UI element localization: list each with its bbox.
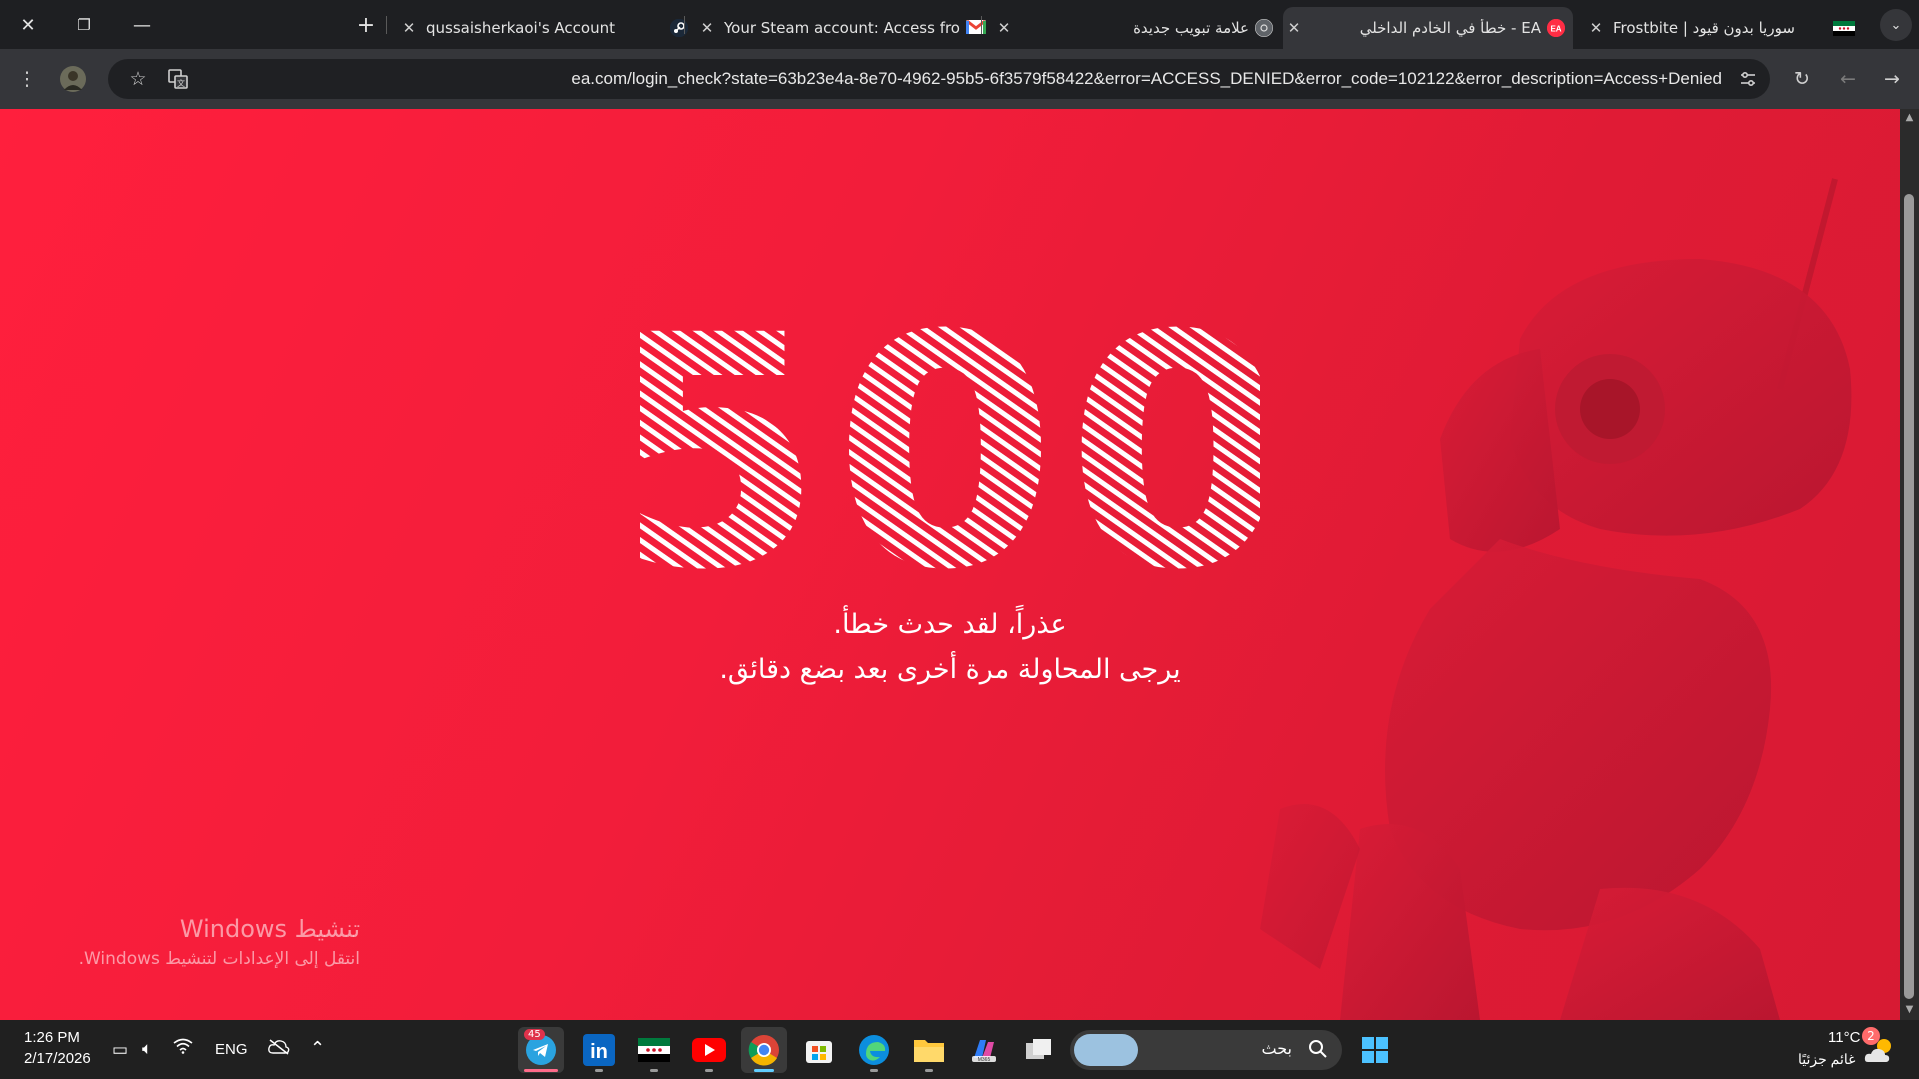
close-tab-icon[interactable]: ✕ — [993, 19, 1015, 37]
m365-copilot-app[interactable]: M365 — [961, 1027, 1007, 1073]
close-window-icon[interactable]: ✕ — [13, 10, 43, 40]
svg-text:M365: M365 — [978, 1057, 991, 1063]
weather-notification-badge: 2 — [1862, 1027, 1880, 1045]
steam-icon — [670, 19, 688, 37]
scroll-thumb[interactable] — [1904, 194, 1914, 999]
address-bar[interactable]: ☆ 文 ea.com/login_check?state=63b23e4a-8e… — [108, 59, 1770, 99]
gmail-icon — [966, 19, 986, 37]
search-icon — [1308, 1039, 1328, 1063]
syria-flag-icon — [1833, 20, 1855, 36]
ea-icon: EA — [1547, 19, 1565, 37]
tab-ea-error[interactable]: ✕ EA - خطأ في الخادم الداخلي EA — [1283, 7, 1573, 49]
chrome-icon — [1255, 19, 1273, 37]
close-tab-icon[interactable]: ✕ — [1585, 19, 1607, 37]
task-view-app[interactable] — [1016, 1027, 1062, 1073]
tab-search-icon[interactable]: ⌄ — [1880, 9, 1912, 41]
search-placeholder: بحث — [1261, 1039, 1293, 1058]
tab-strip: ✕ ❐ — + ✕ qussaisherkaoi's Account ✕ You… — [0, 0, 1919, 49]
profile-avatar[interactable] — [57, 63, 89, 95]
close-tab-icon[interactable]: ✕ — [696, 19, 718, 37]
minimize-window-icon[interactable]: — — [127, 10, 157, 40]
clock-date[interactable]: 2/17/2026 — [24, 1050, 91, 1067]
battery-icon[interactable]: ▭ — [112, 1040, 128, 1060]
wifi-icon[interactable] — [173, 1038, 193, 1058]
chevron-up-icon[interactable]: ⌃ — [310, 1038, 325, 1059]
tab-title: Frostbite | سوريا بدون قيود — [1613, 19, 1795, 37]
browser-toolbar: ⋮ ☆ 文 ea.com/login_check?state=63b23e4a-… — [0, 49, 1919, 109]
volume-icon[interactable]: 🔈︎ — [142, 1039, 152, 1059]
menu-icon[interactable]: ⋮ — [11, 63, 43, 95]
linkedin-app[interactable]: in — [576, 1027, 622, 1073]
tab-title: EA - خطأ في الخادم الداخلي — [1359, 19, 1541, 37]
error-code-500: 500 — [640, 294, 1260, 584]
url-text[interactable]: ea.com/login_check?state=63b23e4a-8e70-4… — [571, 69, 1722, 89]
tab-new-tab[interactable]: ✕ علامة تبويب جديدة — [993, 7, 1273, 49]
tab-steam-email[interactable]: ✕ Your Steam account: Access fro — [696, 7, 986, 49]
file-explorer-app[interactable] — [906, 1027, 952, 1073]
tab-steam-account[interactable]: ✕ qussaisherkaoi's Account — [398, 7, 688, 49]
restore-window-icon[interactable]: ❐ — [69, 10, 99, 40]
activation-title: تنشيط Windows — [179, 915, 360, 943]
windows-taskbar: 1:26 PM 2/17/2026 ▭ 🔈︎ ENG ⌃ 45 in M365 … — [0, 1020, 1919, 1079]
error-code-text: 500 — [640, 294, 1260, 584]
tab-title: Your Steam account: Access fro — [724, 19, 960, 37]
forward-icon[interactable]: → — [1876, 63, 1908, 95]
weather-temperature[interactable]: 11°C — [1828, 1029, 1860, 1046]
new-tab-icon[interactable]: + — [351, 10, 381, 40]
microsoft-store-app[interactable] — [796, 1027, 842, 1073]
svg-text:EA: EA — [1550, 25, 1561, 34]
site-settings-icon[interactable] — [1732, 63, 1764, 95]
clock-time[interactable]: 1:26 PM — [24, 1029, 80, 1046]
start-button[interactable] — [1352, 1027, 1398, 1073]
tab-frostbite[interactable]: ✕ Frostbite | سوريا بدون قيود — [1585, 7, 1855, 49]
svg-text:文: 文 — [177, 78, 185, 88]
telegram-app[interactable]: 45 — [518, 1027, 564, 1073]
youtube-app[interactable] — [686, 1027, 732, 1073]
telegram-badge: 45 — [524, 1029, 545, 1040]
reload-icon[interactable]: ↻ — [1786, 63, 1818, 95]
search-highlight-image — [1074, 1034, 1138, 1066]
error-message-title: عذراً، لقد حدث خطأ. — [833, 609, 1067, 640]
windows-activation-watermark: تنشيط Windows انتقل إلى الإعدادات لتنشيط… — [79, 915, 360, 969]
svg-text:in: in — [590, 1041, 608, 1063]
back-icon[interactable]: ← — [1832, 63, 1864, 95]
taskbar-search[interactable]: بحث — [1070, 1030, 1342, 1070]
syria-flag-app[interactable] — [631, 1027, 677, 1073]
close-tab-icon[interactable]: ✕ — [398, 19, 420, 37]
bookmark-star-icon[interactable]: ☆ — [122, 63, 154, 95]
scroll-down-icon[interactable]: ▼ — [1903, 1004, 1916, 1017]
page-scrollbar[interactable]: ▲ ▼ — [1900, 109, 1919, 1020]
error-message-subtitle: يرجى المحاولة مرة أخرى بعد بضع دقائق. — [719, 654, 1181, 685]
tab-title: علامة تبويب جديدة — [1133, 19, 1249, 37]
edge-app[interactable] — [851, 1027, 897, 1073]
tab-title: qussaisherkaoi's Account — [426, 19, 615, 37]
cloud-off-icon[interactable] — [268, 1039, 290, 1059]
error-page: 500 عذراً، لقد حدث خطأ. يرجى المحاولة مر… — [0, 109, 1900, 1020]
weather-description[interactable]: غائم جزئيًا — [1798, 1051, 1855, 1068]
activation-subtitle: انتقل إلى الإعدادات لتنشيط Windows. — [78, 949, 360, 969]
close-tab-icon[interactable]: ✕ — [1283, 19, 1305, 37]
language-indicator[interactable]: ENG — [215, 1041, 248, 1058]
translate-icon[interactable]: 文 — [162, 63, 194, 95]
scroll-up-icon[interactable]: ▲ — [1903, 112, 1916, 125]
chrome-app[interactable] — [741, 1027, 787, 1073]
